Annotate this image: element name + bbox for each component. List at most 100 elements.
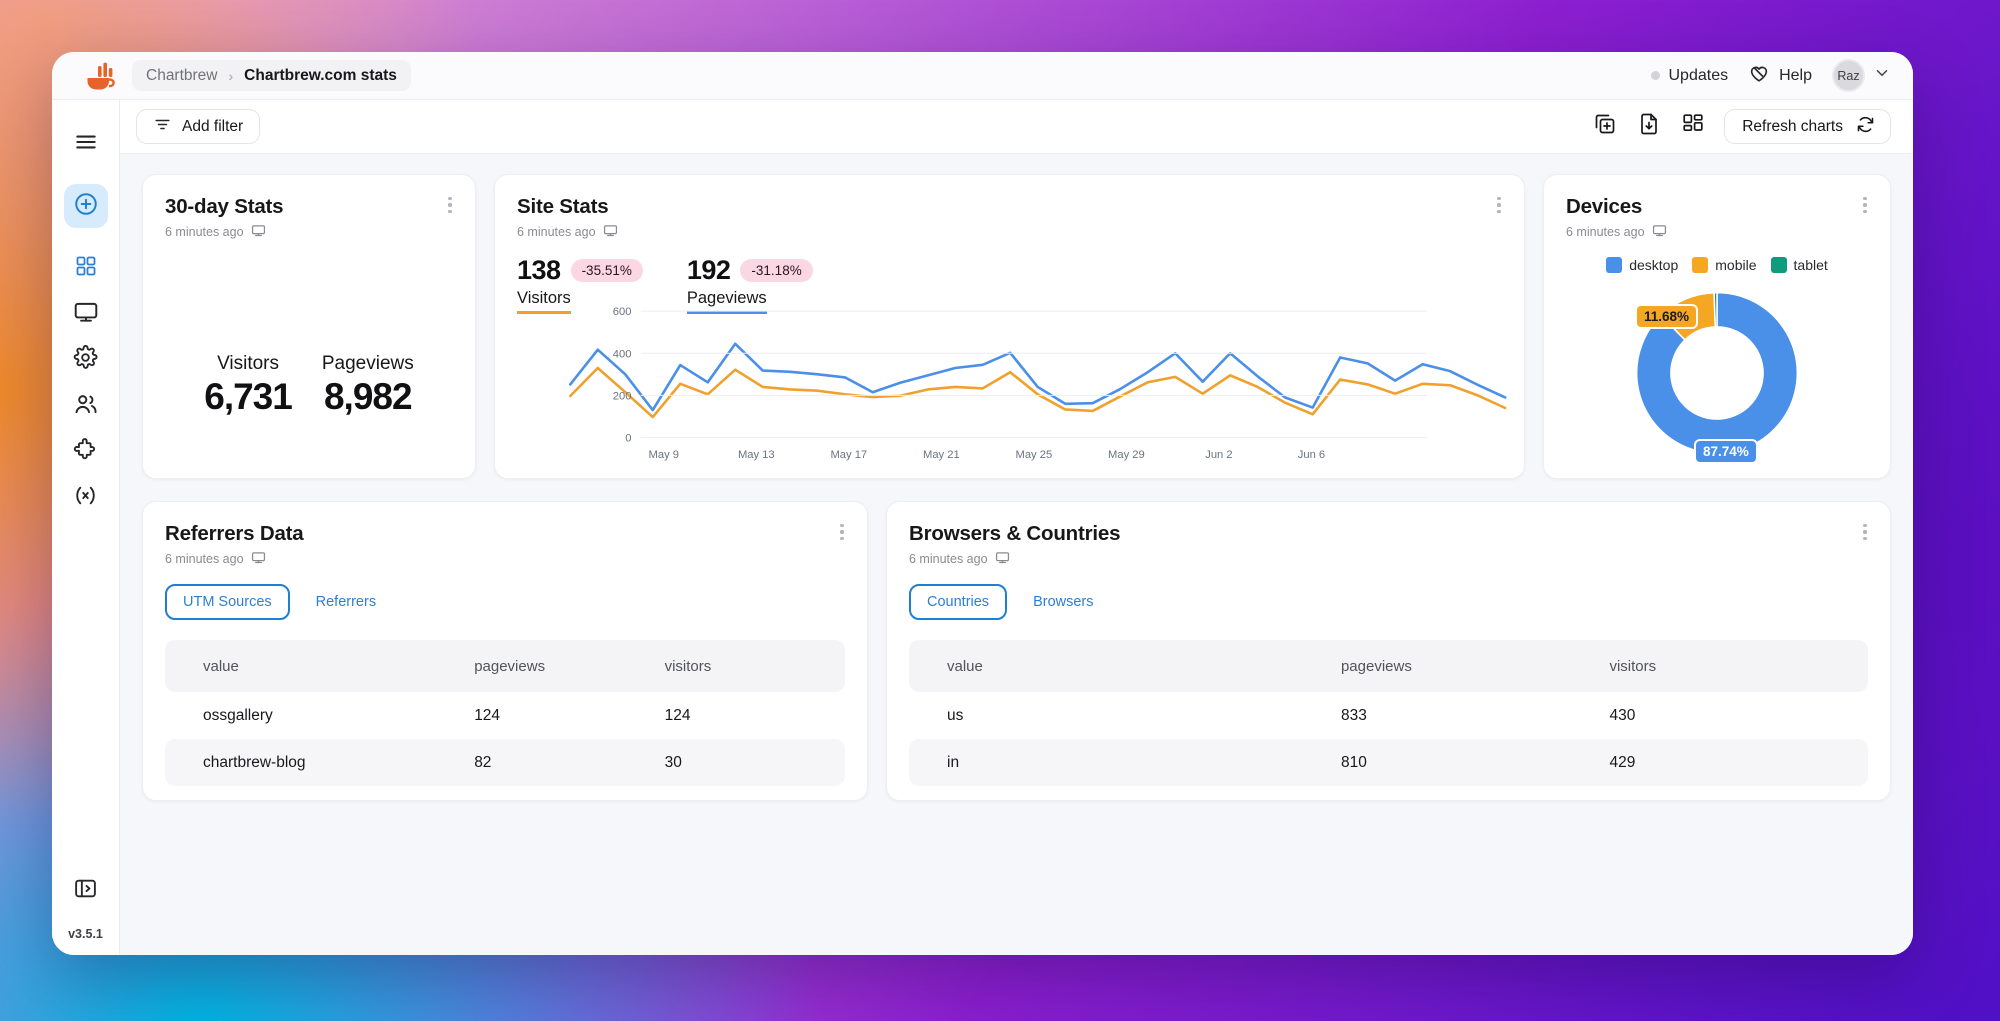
cell-visitors: 124 bbox=[655, 692, 845, 739]
legend-label: mobile bbox=[1715, 257, 1756, 273]
main-area: Add filter bbox=[120, 100, 1913, 955]
help-button[interactable]: Help bbox=[1748, 62, 1812, 89]
avatar[interactable]: Raz bbox=[1832, 59, 1865, 92]
column-header-pageviews[interactable]: pageviews bbox=[1331, 640, 1600, 692]
sidebar-item-create[interactable] bbox=[64, 184, 108, 228]
card-menu-button[interactable] bbox=[1490, 194, 1508, 216]
filter-icon bbox=[153, 115, 172, 139]
card-menu-button[interactable] bbox=[1856, 521, 1874, 543]
referrers-tabs: UTM Sources Referrers bbox=[165, 584, 845, 620]
cell-value: chartbrew-blog bbox=[165, 739, 464, 786]
tab-referrers[interactable]: Referrers bbox=[298, 584, 394, 620]
column-header-pageviews[interactable]: pageviews bbox=[464, 640, 654, 692]
table-row[interactable]: chartbrew-blog 82 30 bbox=[165, 739, 845, 786]
sidebar-item-settings[interactable] bbox=[64, 338, 108, 382]
kpi-change-badge: -31.18% bbox=[740, 259, 812, 282]
card-subtitle: 6 minutes ago bbox=[517, 223, 1502, 241]
card-menu-button[interactable] bbox=[833, 521, 851, 543]
card-menu-button[interactable] bbox=[1856, 194, 1874, 216]
cell-visitors: 154 bbox=[1599, 786, 1868, 801]
card-menu-button[interactable] bbox=[441, 194, 459, 216]
tab-countries[interactable]: Countries bbox=[909, 584, 1007, 620]
sidebar-item-team[interactable] bbox=[64, 384, 108, 428]
card-updated-label: 6 minutes ago bbox=[1566, 225, 1645, 239]
kpi-value: 138 bbox=[517, 255, 561, 286]
line-chart-axis: 0200400600May 9May 13May 17May 21May 25M… bbox=[517, 303, 1510, 466]
table-row[interactable]: openalternative 51 51 bbox=[165, 786, 845, 801]
breadcrumb-current[interactable]: Chartbrew.com stats bbox=[244, 67, 397, 85]
updates-label: Updates bbox=[1669, 67, 1729, 85]
hamburger-icon bbox=[73, 129, 99, 160]
kpi-value: 6,731 bbox=[204, 376, 292, 418]
svg-text:May 21: May 21 bbox=[923, 449, 960, 461]
table-row[interactable]: br 247 154 bbox=[909, 786, 1868, 801]
legend-label: desktop bbox=[1629, 257, 1678, 273]
variable-x-icon bbox=[73, 483, 98, 513]
legend-item-tablet[interactable]: tablet bbox=[1771, 257, 1828, 273]
card-title: Browsers & Countries bbox=[909, 522, 1868, 546]
referrers-table: value pageviews visitors ossgallery 124 … bbox=[165, 640, 845, 801]
add-chart-button[interactable] bbox=[1592, 114, 1618, 140]
legend-item-mobile[interactable]: mobile bbox=[1692, 257, 1756, 273]
card-title: Devices bbox=[1566, 195, 1868, 219]
user-menu[interactable]: Raz bbox=[1832, 59, 1891, 92]
sidebar-item-integrations[interactable] bbox=[64, 430, 108, 474]
export-file-button[interactable] bbox=[1636, 114, 1662, 140]
monitor-icon bbox=[1652, 223, 1667, 241]
svg-text:May 29: May 29 bbox=[1108, 449, 1145, 461]
card-title: Site Stats bbox=[517, 195, 1502, 219]
card-title: Referrers Data bbox=[165, 522, 845, 546]
legend-swatch bbox=[1692, 257, 1708, 273]
svg-text:May 13: May 13 bbox=[738, 449, 775, 461]
card-subtitle: 6 minutes ago bbox=[165, 223, 453, 241]
legend-swatch bbox=[1606, 257, 1622, 273]
column-header-visitors[interactable]: visitors bbox=[655, 640, 845, 692]
updates-status-dot-icon bbox=[1651, 71, 1660, 80]
sidebar-item-dashboards[interactable] bbox=[64, 246, 108, 290]
kpi-visitors: Visitors 6,731 bbox=[204, 353, 292, 418]
toolbar-actions: Refresh charts bbox=[1592, 109, 1891, 144]
cell-value: us bbox=[909, 692, 1331, 739]
card-updated-label: 6 minutes ago bbox=[517, 225, 596, 239]
svg-text:400: 400 bbox=[613, 348, 632, 360]
help-label: Help bbox=[1779, 67, 1812, 85]
add-filter-button[interactable]: Add filter bbox=[136, 109, 260, 144]
refresh-charts-button[interactable]: Refresh charts bbox=[1724, 109, 1891, 144]
column-header-value[interactable]: value bbox=[165, 640, 464, 692]
tab-utm-sources[interactable]: UTM Sources bbox=[165, 584, 290, 620]
card-subtitle: 6 minutes ago bbox=[909, 550, 1868, 568]
legend-item-desktop[interactable]: desktop bbox=[1606, 257, 1678, 273]
breadcrumb-root[interactable]: Chartbrew bbox=[146, 67, 218, 85]
donut-legend: desktop mobile tablet bbox=[1566, 257, 1868, 273]
monitor-icon bbox=[603, 223, 618, 241]
dashboard-row-bottom: Referrers Data 6 minutes ago UTM Sources… bbox=[142, 501, 1891, 801]
chevron-down-icon[interactable] bbox=[1873, 64, 1891, 87]
donut-chart[interactable]: 11.68% 87.74% bbox=[1566, 275, 1868, 475]
column-header-value[interactable]: value bbox=[909, 640, 1331, 692]
line-chart[interactable]: 0200400600May 9May 13May 17May 21May 25M… bbox=[517, 303, 1510, 466]
plus-circle-icon bbox=[73, 191, 99, 222]
cell-pageviews: 810 bbox=[1331, 739, 1600, 786]
layout-grid-button[interactable] bbox=[1680, 114, 1706, 140]
cell-pageviews: 124 bbox=[464, 692, 654, 739]
chartbrew-cup-logo-icon[interactable] bbox=[82, 59, 116, 93]
browsers-tabs: Countries Browsers bbox=[909, 584, 1868, 620]
dashboard-row-top: 30-day Stats 6 minutes ago Visitors 6,73… bbox=[142, 174, 1891, 479]
svg-text:Jun 6: Jun 6 bbox=[1298, 449, 1325, 461]
sidebar-item-variables[interactable] bbox=[64, 476, 108, 520]
kpi-value-row: 138 -35.51% bbox=[517, 255, 643, 286]
table-row[interactable]: in 810 429 bbox=[909, 739, 1868, 786]
breadcrumb[interactable]: Chartbrew › Chartbrew.com stats bbox=[132, 60, 411, 91]
table-row[interactable]: ossgallery 124 124 bbox=[165, 692, 845, 739]
sidebar-item-menu-toggle[interactable] bbox=[64, 122, 108, 166]
updates-button[interactable]: Updates bbox=[1651, 67, 1729, 85]
table-row[interactable]: us 833 430 bbox=[909, 692, 1868, 739]
column-header-visitors[interactable]: visitors bbox=[1599, 640, 1868, 692]
card-updated-label: 6 minutes ago bbox=[909, 552, 988, 566]
sidebar-collapse-toggle[interactable] bbox=[64, 869, 108, 913]
card-devices: Devices 6 minutes ago desktop bbox=[1543, 174, 1891, 479]
sidebar-item-datasets[interactable] bbox=[64, 292, 108, 336]
breadcrumb-separator: › bbox=[229, 68, 234, 84]
sidebar: v3.5.1 bbox=[52, 100, 120, 955]
tab-browsers[interactable]: Browsers bbox=[1015, 584, 1111, 620]
